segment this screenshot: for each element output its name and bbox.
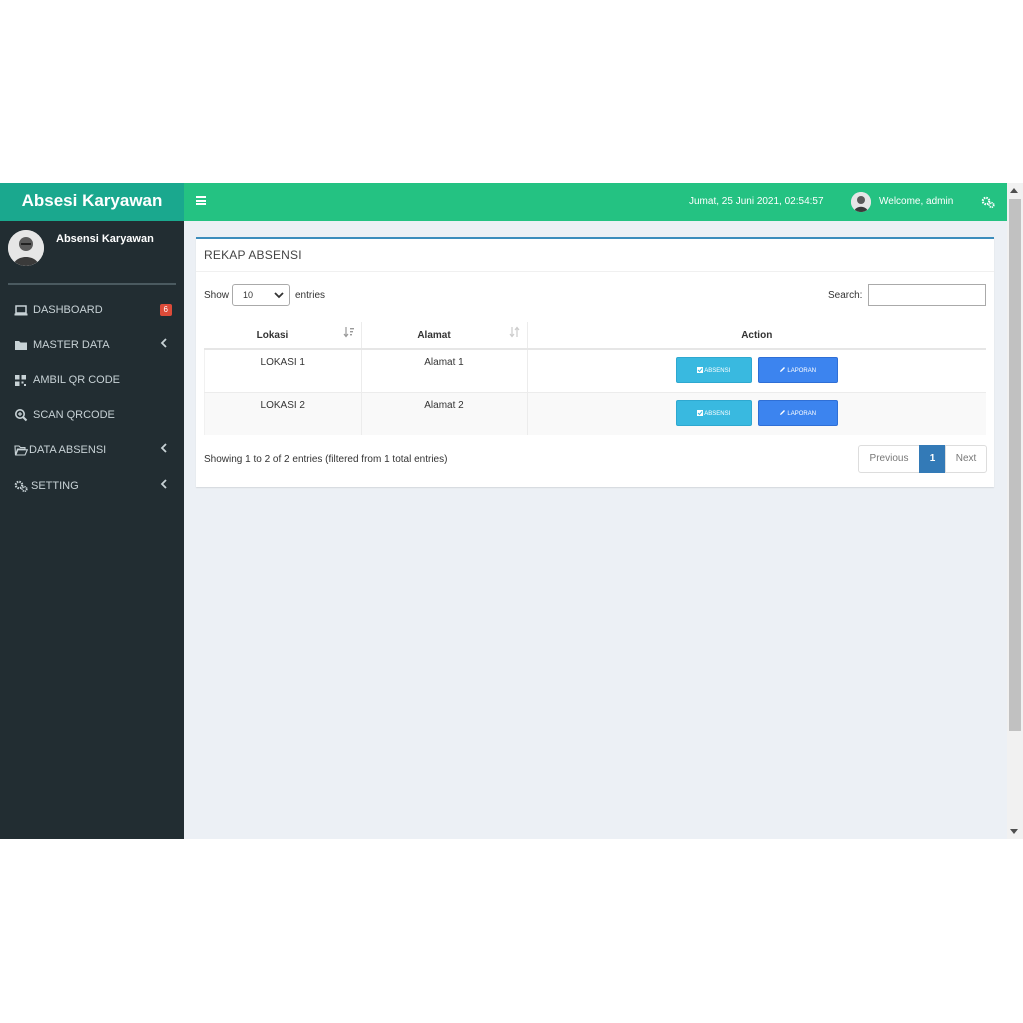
sidebar-item-label: SETTING [31,480,79,492]
alamat-value: Alamat 1 [424,357,464,368]
column-header-label: Lokasi [256,329,289,341]
absensi-button[interactable]: ABSENSI [675,400,752,426]
lokasi-value: LOKASI 2 [260,400,305,411]
current-datetime: Jumat, 25 Juni 2021, 02:54:57 [689,196,824,207]
folder-open-icon [14,443,29,457]
sort-ascending-icon [343,326,355,341]
rekap-absensi-box: REKAP ABSENSI Show 10 entries Search: Lo… [196,237,994,487]
avatar [8,230,44,266]
laporan-button[interactable]: LAPORAN [757,357,838,383]
table-info: Showing 1 to 2 of 2 entries (filtered fr… [204,454,448,465]
absensi-button[interactable]: ABSENSI [675,357,752,383]
search-input[interactable] [868,284,986,306]
gears-icon[interactable] [981,195,995,214]
pencil-icon [780,410,786,415]
top-navbar: Jumat, 25 Juni 2021, 02:54:57 Welcome, a… [184,183,1007,221]
column-header-label: Action [741,329,773,341]
check-square-icon [697,367,704,373]
sidebar-item-ambil-qr-code[interactable]: AMBIL QR CODE [0,364,184,396]
next-page-button[interactable]: Next [945,445,987,473]
sidebar-item-data-absensi[interactable]: DATA ABSENSI [0,434,184,466]
sort-both-icon [509,326,521,341]
box-title: REKAP ABSENSI [204,248,302,262]
folder-icon [14,338,28,352]
scroll-down-arrow-icon[interactable] [1010,829,1018,834]
laporan-button-label: LAPORAN [787,368,817,374]
chevron-down-icon [274,292,284,299]
previous-page-button[interactable]: Previous [858,445,920,473]
cell-action: ABSENSI LAPORAN [527,348,986,393]
laptop-icon [14,303,28,317]
sidebar-item-setting[interactable]: SETTING [0,470,184,502]
avatar[interactable] [851,192,871,212]
search-label: Search: [828,290,863,301]
notification-badge: 6 [159,304,172,316]
sidebar-item-label: DATA ABSENSI [29,444,107,456]
laporan-button[interactable]: LAPORAN [757,400,838,426]
user-panel: Absensi Karyawan [0,221,184,283]
absensi-button-label: ABSENSI [704,368,731,374]
entries-label: entries [295,290,326,301]
user-name: Absensi Karyawan [56,233,154,245]
sidebar: Absesi Karyawan Absensi Karyawan DASHBOA… [0,183,184,839]
chevron-left-icon [160,337,168,352]
brand-logo[interactable]: Absesi Karyawan [0,183,184,221]
cell-lokasi: LOKASI 1 [204,348,362,393]
sidebar-item-label: SCAN QRCODE [33,409,115,421]
welcome-user[interactable]: Welcome, admin [879,196,953,207]
laporan-button-label: LAPORAN [787,411,817,417]
table-row: LOKASI 2 Alamat 2 ABSENSI LAPORAN [204,392,986,435]
scroll-up-arrow-icon[interactable] [1010,188,1018,193]
box-divider [196,271,994,272]
sidebar-item-label: MASTER DATA [33,339,110,351]
absensi-button-label: ABSENSI [704,411,731,417]
hamburger-menu-icon[interactable] [196,196,206,205]
pencil-icon [780,367,786,372]
content-area: REKAP ABSENSI Show 10 entries Search: Lo… [184,221,1007,839]
search-plus-icon [14,408,28,422]
table-row: LOKASI 1 Alamat 1 ABSENSI LAPORAN [204,348,986,393]
cell-action: ABSENSI LAPORAN [527,392,986,435]
column-header-lokasi[interactable]: Lokasi [204,322,362,350]
sidebar-item-label: DASHBOARD [33,304,103,316]
sidebar-item-dashboard[interactable]: DASHBOARD 6 [0,294,184,326]
vertical-scrollbar[interactable] [1007,183,1023,839]
column-header-alamat[interactable]: Alamat [361,322,528,350]
sidebar-divider [8,283,176,285]
cell-alamat: Alamat 2 [361,392,528,435]
chevron-left-icon [160,478,168,493]
check-square-icon [697,410,704,416]
sidebar-item-label: AMBIL QR CODE [33,374,120,386]
entries-length-select[interactable]: 10 [232,284,290,306]
column-header-label: Alamat [417,329,451,341]
scrollbar-thumb[interactable] [1009,199,1021,731]
gears-icon [14,479,28,493]
app-window: Absesi Karyawan Absensi Karyawan DASHBOA… [0,183,1023,839]
alamat-value: Alamat 2 [424,400,464,411]
cell-alamat: Alamat 1 [361,348,528,393]
entries-length-value: 10 [243,290,254,300]
rekap-table: Lokasi Alamat Action LOKASI 1 Alamat 1 A… [204,322,986,435]
qrcode-icon [14,373,28,387]
chevron-left-icon [160,442,168,457]
page-1-button[interactable]: 1 [919,445,946,473]
sidebar-item-scan-qrcode[interactable]: SCAN QRCODE [0,399,184,431]
column-header-action: Action [527,322,986,350]
cell-lokasi: LOKASI 2 [204,392,362,435]
lokasi-value: LOKASI 1 [260,357,305,368]
show-label: Show [204,290,230,301]
sidebar-item-master-data[interactable]: MASTER DATA [0,329,184,361]
